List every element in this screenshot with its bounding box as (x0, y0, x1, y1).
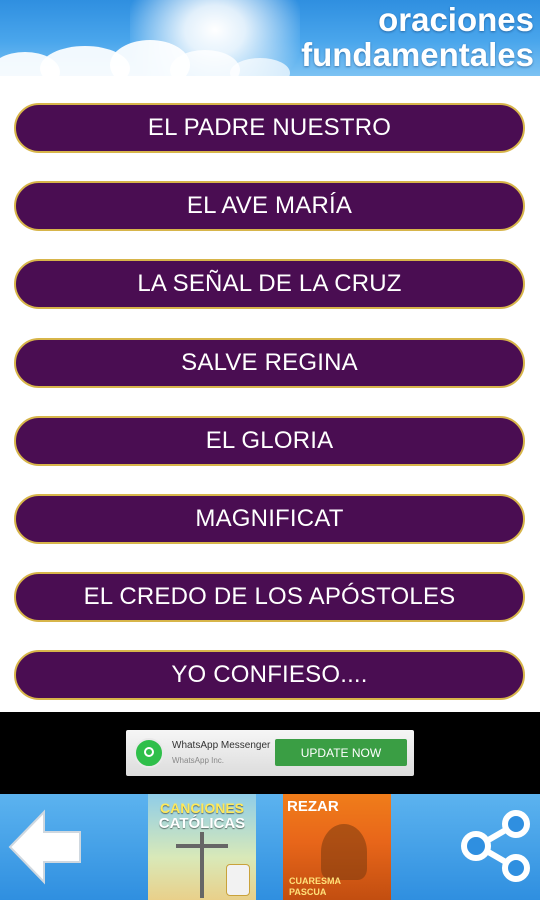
prayer-button-yo-confieso[interactable]: YO CONFIESO.... (14, 650, 525, 701)
prayer-button-gloria[interactable]: EL GLORIA (14, 415, 525, 466)
prayer-button-ave-maria[interactable]: EL AVE MARÍA (14, 181, 525, 232)
ad-update-button[interactable]: UPDATE NOW (275, 739, 407, 766)
title-line-2: fundamentales (301, 36, 534, 73)
promo2-line1: REZAR (287, 798, 339, 815)
whatsapp-icon (134, 738, 164, 768)
page-title: oraciones fundamentales (301, 2, 534, 72)
prayer-list: EL PADRE NUESTRO EL AVE MARÍA LA SEÑAL D… (14, 103, 525, 729)
prayer-button-credo[interactable]: EL CREDO DE LOS APÓSTOLES (14, 572, 525, 623)
back-button[interactable] (8, 806, 84, 888)
promo1-line1: CANCIONES (159, 800, 244, 816)
prayer-button-salve-regina[interactable]: SALVE REGINA (14, 337, 525, 388)
ad-app-name: WhatsApp Messenger (172, 740, 271, 751)
cross-bar (176, 844, 228, 848)
app-header: oraciones fundamentales (0, 0, 540, 76)
title-line-1: oraciones (378, 1, 534, 38)
bottom-bar: CANCIONES CATÓLICAS REZAR CUARESMA PASCU… (0, 794, 540, 900)
prayer-button-magnificat[interactable]: MAGNIFICAT (14, 493, 525, 544)
ad-company: WhatsApp Inc. (172, 756, 225, 765)
prayer-button-padre-nuestro[interactable]: EL PADRE NUESTRO (14, 103, 525, 153)
share-icon (461, 810, 530, 882)
share-button[interactable] (458, 810, 534, 882)
praying-hands-icon (321, 824, 367, 880)
promo-rezar[interactable]: REZAR CUARESMA PASCUA (283, 794, 391, 900)
promo2-sub1: CUARESMA (289, 876, 342, 886)
back-arrow-icon (8, 809, 81, 885)
ad-banner[interactable]: WhatsApp Messenger WhatsApp Inc. UPDATE … (126, 730, 414, 776)
promo1-line2: CATÓLICAS (158, 815, 246, 832)
ad-strip: WhatsApp Messenger WhatsApp Inc. UPDATE … (0, 712, 540, 794)
promo-canciones-catolicas[interactable]: CANCIONES CATÓLICAS (148, 794, 256, 900)
papal-crest-icon (226, 864, 250, 896)
promo2-sub2: PASCUA (289, 887, 327, 897)
prayer-button-senal-de-la-cruz[interactable]: LA SEÑAL DE LA CRUZ (14, 259, 525, 310)
cross-icon (200, 832, 204, 898)
